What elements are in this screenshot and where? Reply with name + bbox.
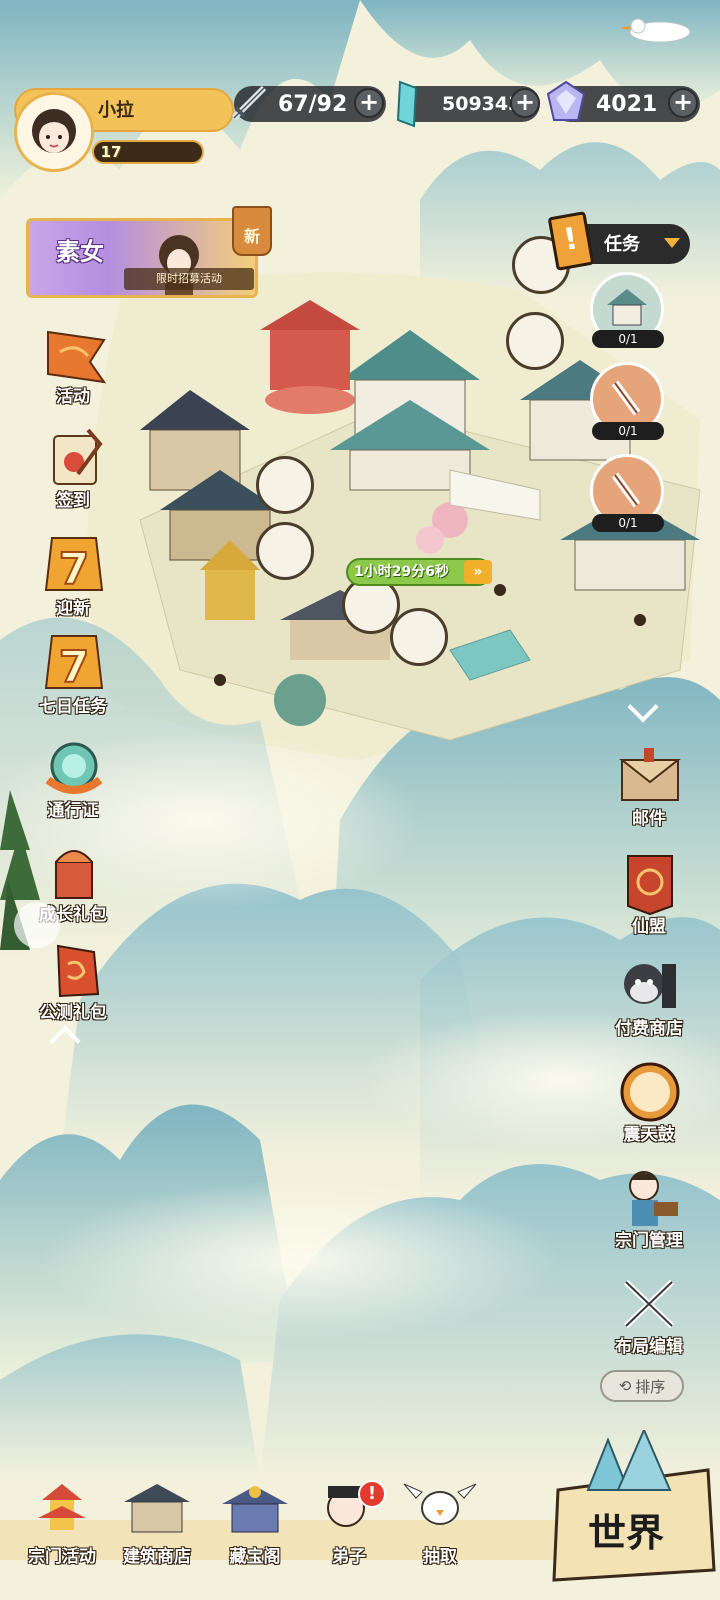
seven-badge-icon: 7 [38, 534, 108, 598]
caret-down-icon [664, 238, 680, 248]
nav-treasure-pavilion[interactable]: 藏宝阁 [212, 1478, 298, 1567]
nav-label: 抽取 [423, 1547, 457, 1567]
expand-right-menu-button[interactable] [627, 691, 659, 723]
harvest-bubble[interactable] [390, 608, 448, 666]
notification-badge: ! [358, 1480, 386, 1508]
add-gem-button[interactable]: + [668, 88, 698, 118]
level-badge: 17 [100, 143, 122, 161]
menu-seven-day-tasks[interactable]: 7 七日任务 [18, 632, 128, 718]
drum-icon [614, 1060, 684, 1124]
gem-icon [544, 80, 588, 126]
shop-merchant-icon [614, 954, 684, 1018]
sword-icon [228, 82, 270, 124]
world-label: 世界 [588, 1510, 665, 1555]
crystal-icon [390, 80, 424, 128]
alliance-banner-icon [614, 852, 684, 916]
chevron-up-icon [49, 1025, 81, 1057]
menu-label: 仙盟 [632, 917, 666, 937]
menu-drum[interactable]: 震天鼓 [594, 1060, 704, 1146]
menu-checkin[interactable]: 签到 [18, 426, 128, 512]
building-shop-icon [124, 1484, 190, 1533]
sect-manager-icon [614, 1166, 684, 1230]
menu-alliance[interactable]: 仙盟 [594, 852, 704, 938]
menu-events[interactable]: 活动 [18, 322, 128, 408]
menu-label: 七日任务 [39, 697, 107, 717]
task-count: 0/1 [592, 422, 664, 440]
growth-pack-icon [38, 840, 108, 904]
task-title: 任务 [604, 234, 640, 255]
menu-label: 付费商店 [615, 1019, 683, 1039]
menu-label: 公测礼包 [39, 1003, 107, 1023]
player-name: 小拉 [98, 100, 134, 121]
add-stamina-button[interactable]: + [354, 88, 384, 118]
pagoda-icon [38, 1484, 86, 1530]
new-tag: 新 [232, 206, 272, 256]
floating-joystick[interactable] [14, 902, 60, 948]
sort-label: 排序 [635, 1377, 666, 1396]
harvest-bubble[interactable] [256, 456, 314, 514]
menu-mail[interactable]: 邮件 [594, 744, 704, 830]
nav-building-shop[interactable]: 建筑商店 [114, 1478, 200, 1567]
menu-paid-shop[interactable]: 付费商店 [594, 954, 704, 1040]
gem-value: 4021 [596, 91, 658, 117]
harvest-bubble[interactable] [256, 522, 314, 580]
layout-arrows-icon [614, 1272, 684, 1336]
lantern-icon [38, 938, 108, 1002]
svg-text:7: 7 [59, 544, 90, 595]
menu-label: 震天鼓 [623, 1125, 675, 1145]
harvest-bubble[interactable] [506, 312, 564, 370]
svg-text:7: 7 [59, 642, 90, 693]
stamina-value: 67/92 [278, 91, 348, 117]
pass-orb-icon [38, 736, 108, 800]
menu-label: 活动 [56, 387, 90, 407]
nav-draw[interactable]: 抽取 [400, 1478, 480, 1567]
speedup-button[interactable]: » [464, 560, 492, 584]
menu-welcome[interactable]: 7 迎新 [18, 534, 128, 620]
chevron-down-icon [627, 691, 659, 723]
checkin-scroll-icon [38, 426, 108, 490]
seven-badge-icon: 7 [38, 632, 108, 696]
refresh-icon: ⟲ [618, 1377, 632, 1395]
draw-bird-icon [403, 1483, 477, 1525]
mail-icon [614, 744, 684, 808]
add-crystal-button[interactable]: + [510, 88, 540, 118]
menu-sect-management[interactable]: 宗门管理 [594, 1166, 704, 1252]
treasure-pavilion-icon [222, 1486, 288, 1533]
menu-label: 通行证 [47, 801, 99, 821]
menu-pass[interactable]: 通行证 [18, 736, 128, 822]
task-count: 0/1 [592, 330, 664, 348]
nav-label: 宗门活动 [28, 1547, 96, 1567]
nav-label: 建筑商店 [123, 1547, 191, 1567]
nav-label: 藏宝阁 [229, 1547, 281, 1567]
collapse-menu-button[interactable] [49, 1025, 81, 1057]
task-count: 0/1 [592, 514, 664, 532]
menu-label: 签到 [56, 491, 90, 511]
banner-subtitle: 限时招募活动 [124, 268, 254, 290]
menu-label: 宗门管理 [615, 1231, 683, 1251]
banner-title: 素女 [56, 238, 104, 266]
flag-icon [38, 322, 108, 386]
nav-label: 弟子 [332, 1547, 366, 1567]
sort-button[interactable]: ⟲ 排序 [600, 1370, 684, 1402]
crane-icon [620, 10, 696, 46]
menu-label: 邮件 [632, 809, 666, 829]
nav-sect-activity[interactable]: 宗门活动 [18, 1478, 106, 1567]
menu-label: 布局编辑 [615, 1337, 683, 1357]
avatar[interactable] [14, 92, 94, 172]
menu-beta-pack[interactable]: 公测礼包 [18, 938, 128, 1024]
menu-layout-edit[interactable]: 布局编辑 [594, 1272, 704, 1358]
menu-label: 迎新 [56, 599, 90, 619]
